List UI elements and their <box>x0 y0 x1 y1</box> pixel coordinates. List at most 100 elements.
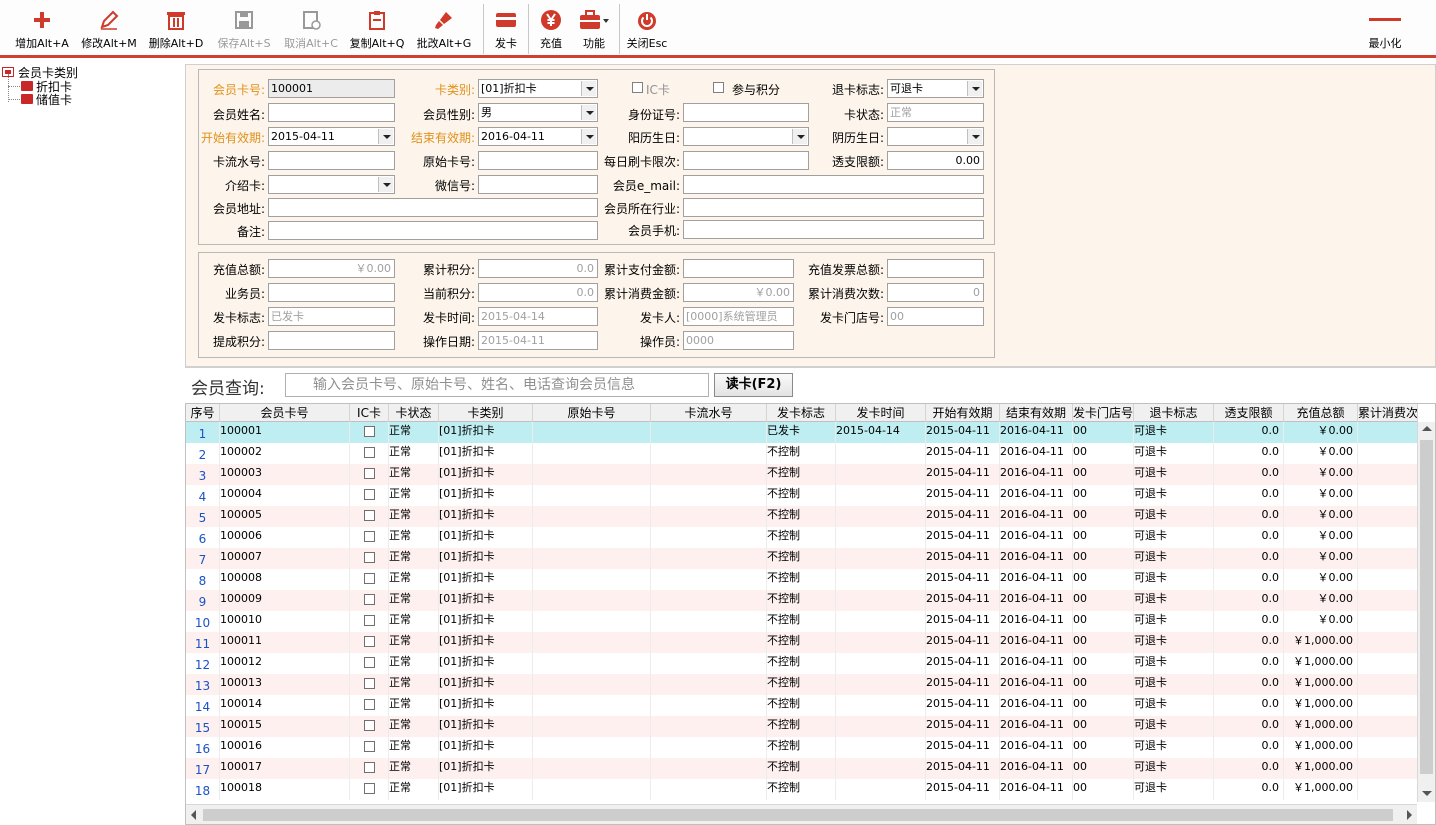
issue-card-button[interactable]: 发卡 <box>487 0 525 56</box>
batch-edit-button[interactable]: 批改Alt+G <box>410 0 478 56</box>
functions-button[interactable]: 功能 <box>574 0 614 56</box>
ic-card-row-checkbox[interactable] <box>364 699 375 710</box>
ic-card-row-checkbox[interactable] <box>364 762 375 773</box>
ic-card-row-checkbox[interactable] <box>364 468 375 479</box>
search-input[interactable]: 输入会员卡号、原始卡号、姓名、电话查询会员信息 <box>285 373 709 397</box>
column-header[interactable]: 卡状态 <box>389 404 439 422</box>
table-row[interactable]: 18 100018 正常 [01]折扣卡 不控制 2015-04-11 2016-04-11… <box>186 779 1418 800</box>
column-header[interactable]: 卡类别 <box>439 404 533 422</box>
end-date-picker[interactable]: 2016-04-11 <box>478 127 598 146</box>
column-header[interactable]: 充值总额 <box>1284 404 1358 422</box>
table-row[interactable]: 14 100014 正常 [01]折扣卡 不控制 2015-04-11 2016-04-11… <box>186 695 1418 716</box>
id-no-field[interactable] <box>683 103 809 122</box>
column-header[interactable]: 发卡门店号 <box>1073 404 1134 422</box>
ic-card-row-checkbox[interactable] <box>364 615 375 626</box>
table-row[interactable]: 10 100010 正常 [01]折扣卡 不控制 2015-04-11 2016-04-11… <box>186 611 1418 632</box>
address-field[interactable] <box>268 198 598 217</box>
ic-card-row-checkbox[interactable] <box>364 552 375 563</box>
points-checkbox[interactable] <box>713 82 724 93</box>
flow-no-field[interactable] <box>268 151 395 170</box>
table-row[interactable]: 5 100005 正常 [01]折扣卡 不控制 2015-04-11 2016-04-11 0… <box>186 506 1418 527</box>
commission-field[interactable] <box>268 331 395 350</box>
recharge-button[interactable]: 充值 <box>532 0 570 56</box>
ic-card-row-checkbox[interactable] <box>364 741 375 752</box>
horizontal-scroll-thumb[interactable] <box>203 809 1393 821</box>
ic-card-row-checkbox[interactable] <box>364 783 375 794</box>
save-button[interactable]: 保存Alt+S <box>210 0 278 56</box>
table-row[interactable]: 6 100006 正常 [01]折扣卡 不控制 2015-04-11 2016-04-11 0… <box>186 527 1418 548</box>
wechat-field[interactable] <box>478 175 598 194</box>
ic-card-row-checkbox[interactable] <box>364 657 375 668</box>
table-row[interactable]: 16 100016 正常 [01]折扣卡 不控制 2015-04-11 2016-04-11… <box>186 737 1418 758</box>
orig-card-field[interactable] <box>478 151 598 170</box>
email-field[interactable] <box>683 175 984 194</box>
read-card-button[interactable]: 读卡(F2) <box>714 373 793 397</box>
table-row[interactable]: 2 100002 正常 [01]折扣卡 不控制 2015-04-11 2016-04-11 0… <box>186 443 1418 464</box>
edit-button[interactable]: 修改Alt+M <box>76 0 142 56</box>
ic-card-row-checkbox[interactable] <box>364 573 375 584</box>
gender-select[interactable]: 男 <box>478 103 598 122</box>
vertical-scrollbar[interactable] <box>1417 422 1435 802</box>
cancel-button[interactable]: 取消Alt+C <box>278 0 344 56</box>
table-row[interactable]: 3 100003 正常 [01]折扣卡 不控制 2015-04-11 2016-04-11 0… <box>186 464 1418 485</box>
scroll-up-arrow-icon[interactable] <box>1422 426 1432 431</box>
vertical-scroll-thumb[interactable] <box>1420 440 1433 774</box>
tree-item-stored-value-card[interactable]: 储值卡 <box>21 92 72 107</box>
card-type-select[interactable]: [01]折扣卡 <box>478 79 598 98</box>
ic-card-row-checkbox[interactable] <box>364 531 375 542</box>
column-header[interactable]: 结束有效期 <box>1000 404 1073 422</box>
table-row[interactable]: 15 100015 正常 [01]折扣卡 不控制 2015-04-11 2016-04-11… <box>186 716 1418 737</box>
table-row[interactable]: 7 100007 正常 [01]折扣卡 不控制 2015-04-11 2016-04-11 0… <box>186 548 1418 569</box>
scroll-right-arrow-icon[interactable] <box>1407 810 1412 820</box>
solar-birthday-picker[interactable] <box>683 127 809 146</box>
table-row[interactable]: 8 100008 正常 [01]折扣卡 不控制 2015-04-11 2016-04-11 0… <box>186 569 1418 590</box>
ic-card-row-checkbox[interactable] <box>364 720 375 731</box>
table-row[interactable]: 9 100009 正常 [01]折扣卡 不控制 2015-04-11 2016-04-11 0… <box>186 590 1418 611</box>
remark-field[interactable] <box>268 221 598 240</box>
scroll-left-arrow-icon[interactable] <box>191 810 196 820</box>
column-header[interactable]: 开始有效期 <box>926 404 1000 422</box>
column-header[interactable]: 发卡时间 <box>836 404 926 422</box>
column-header[interactable]: 卡流水号 <box>651 404 767 422</box>
horizontal-scrollbar[interactable] <box>186 804 1417 824</box>
close-button[interactable]: 关闭Esc <box>622 0 672 56</box>
lunar-birthday-picker[interactable] <box>887 127 984 146</box>
ic-card-row-checkbox[interactable] <box>364 636 375 647</box>
scroll-down-arrow-icon[interactable] <box>1422 791 1432 796</box>
column-header[interactable]: 发卡标志 <box>767 404 836 422</box>
card-no-field[interactable]: 100001 <box>268 79 395 98</box>
name-field[interactable] <box>268 103 395 122</box>
salesman-field[interactable] <box>268 283 395 302</box>
ic-card-row-checkbox[interactable] <box>364 510 375 521</box>
refund-flag-select[interactable]: 可退卡 <box>887 79 984 98</box>
column-header[interactable]: 累计消费次 <box>1358 404 1418 422</box>
table-row[interactable]: 1 100001 正常 [01]折扣卡 已发卡 2015-04-14 2015-04-11 2… <box>186 422 1418 443</box>
column-header[interactable]: 会员卡号 <box>220 404 350 422</box>
ic-card-row-checkbox[interactable] <box>364 426 375 437</box>
add-button[interactable]: 增加Alt+A <box>8 0 76 56</box>
column-header[interactable]: 序号 <box>186 404 220 422</box>
start-date-picker[interactable]: 2015-04-11 <box>268 127 395 146</box>
industry-field[interactable] <box>683 198 984 217</box>
copy-button[interactable]: 复制Alt+Q <box>344 0 410 56</box>
ic-card-row-checkbox[interactable] <box>364 447 375 458</box>
referrer-select[interactable] <box>268 175 395 194</box>
table-row[interactable]: 17 100017 正常 [01]折扣卡 不控制 2015-04-11 2016-04-11… <box>186 758 1418 779</box>
table-row[interactable]: 4 100004 正常 [01]折扣卡 不控制 2015-04-11 2016-04-11 0… <box>186 485 1418 506</box>
column-header[interactable]: 透支限额 <box>1214 404 1284 422</box>
ic-card-row-checkbox[interactable] <box>364 489 375 500</box>
mobile-field[interactable] <box>683 220 984 239</box>
delete-button[interactable]: 删除Alt+D <box>142 0 210 56</box>
column-header[interactable]: 退卡标志 <box>1134 404 1214 422</box>
column-header[interactable]: 原始卡号 <box>533 404 651 422</box>
ic-card-row-checkbox[interactable] <box>364 678 375 689</box>
minimize-button[interactable]: 最小化 <box>1360 0 1410 56</box>
daily-limit-field[interactable] <box>683 151 809 170</box>
table-row[interactable]: 13 100013 正常 [01]折扣卡 不控制 2015-04-11 2016-04-11… <box>186 674 1418 695</box>
table-row[interactable]: 12 100012 正常 [01]折扣卡 不控制 2015-04-11 2016-04-11… <box>186 653 1418 674</box>
table-row[interactable]: 11 100011 正常 [01]折扣卡 不控制 2015-04-11 2016-04-11… <box>186 632 1418 653</box>
ic-card-row-checkbox[interactable] <box>364 594 375 605</box>
overdraft-field[interactable]: 0.00 <box>887 151 984 170</box>
column-header[interactable]: IC卡 <box>350 404 389 422</box>
ic-card-checkbox[interactable] <box>632 82 643 93</box>
